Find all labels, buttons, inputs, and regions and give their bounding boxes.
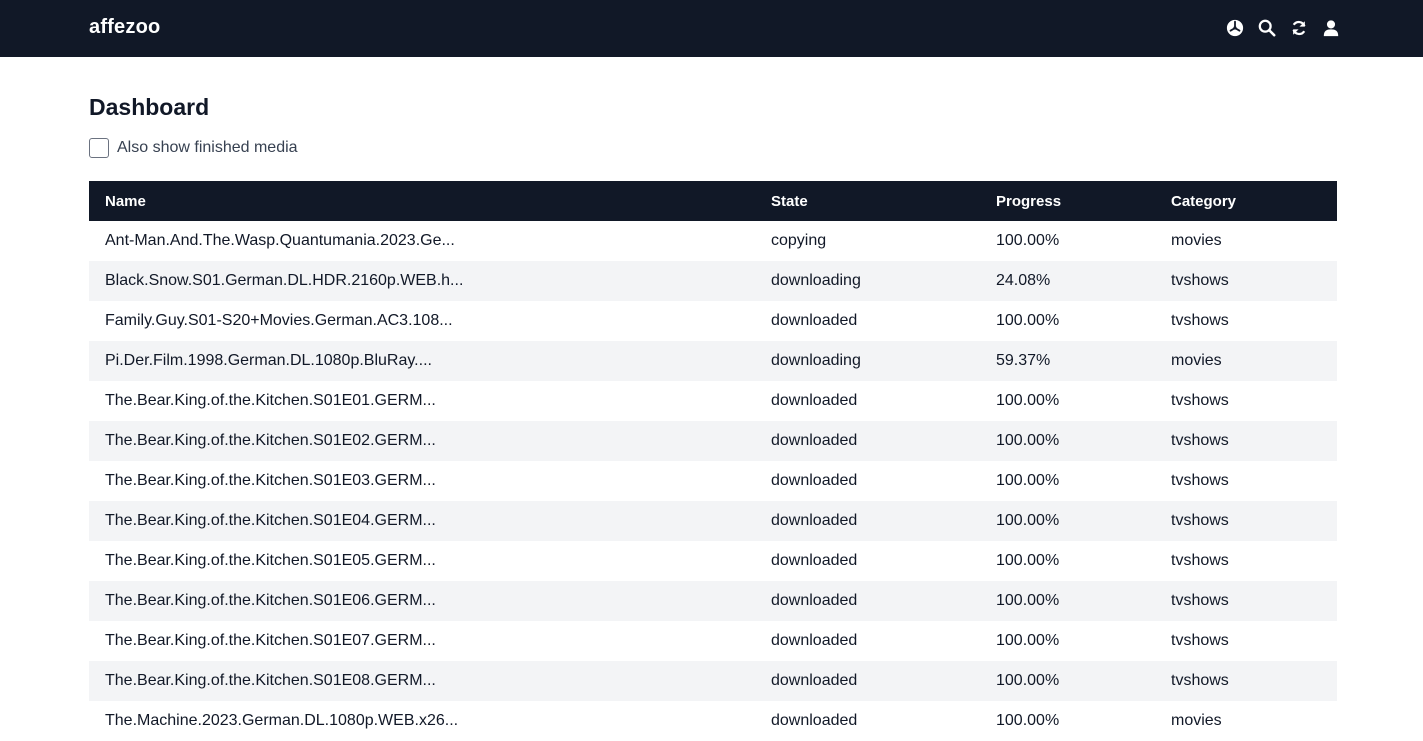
search-icon[interactable] <box>1257 18 1277 38</box>
column-header-category[interactable]: Category <box>1155 181 1337 221</box>
cell-category: movies <box>1171 712 1222 729</box>
cell-category: tvshows <box>1171 552 1229 569</box>
media-table: Name State Progress Category Ant-Man.And… <box>89 181 1337 741</box>
table-header-row: Name State Progress Category <box>89 181 1337 221</box>
column-header-state[interactable]: State <box>755 181 980 221</box>
show-finished-checkbox[interactable] <box>89 138 109 158</box>
table-row[interactable]: The.Machine.2023.German.DL.1080p.WEB.x26… <box>89 701 1337 741</box>
column-header-progress[interactable]: Progress <box>980 181 1155 221</box>
nav-icons <box>1225 18 1353 38</box>
cell-name: The.Bear.King.of.the.Kitchen.S01E01.GERM… <box>105 392 436 409</box>
cell-progress: 100.00% <box>996 232 1060 249</box>
cell-name: The.Machine.2023.German.DL.1080p.WEB.x26… <box>105 712 459 729</box>
cell-state: downloaded <box>771 592 858 609</box>
cell-category: tvshows <box>1171 592 1229 609</box>
cell-progress: 100.00% <box>996 632 1060 649</box>
table-row[interactable]: Black.Snow.S01.German.DL.HDR.2160p.WEB.h… <box>89 261 1337 301</box>
user-icon[interactable] <box>1321 18 1341 38</box>
table-row[interactable]: The.Bear.King.of.the.Kitchen.S01E02.GERM… <box>89 421 1337 461</box>
cell-category: movies <box>1171 352 1222 369</box>
refresh-icon[interactable] <box>1289 18 1309 38</box>
cell-state: copying <box>771 232 827 249</box>
cell-state: downloaded <box>771 512 858 529</box>
cell-state: downloading <box>771 352 861 369</box>
table-row[interactable]: The.Bear.King.of.the.Kitchen.S01E04.GERM… <box>89 501 1337 541</box>
cell-state: downloaded <box>771 312 858 329</box>
cell-name: Pi.Der.Film.1998.German.DL.1080p.BluRay.… <box>105 352 432 369</box>
cell-name: The.Bear.King.of.the.Kitchen.S01E08.GERM… <box>105 672 436 689</box>
show-finished-filter[interactable]: Also show finished media <box>89 138 298 158</box>
cell-progress: 24.08% <box>996 272 1051 289</box>
table-row[interactable]: The.Bear.King.of.the.Kitchen.S01E05.GERM… <box>89 541 1337 581</box>
cell-category: tvshows <box>1171 632 1229 649</box>
cell-state: downloaded <box>771 472 858 489</box>
table-row[interactable]: The.Bear.King.of.the.Kitchen.S01E03.GERM… <box>89 461 1337 501</box>
page-title: Dashboard <box>89 94 210 120</box>
cell-category: tvshows <box>1171 512 1229 529</box>
cell-name: Family.Guy.S01-S20+Movies.German.AC3.108… <box>105 312 453 329</box>
table-row[interactable]: The.Bear.King.of.the.Kitchen.S01E06.GERM… <box>89 581 1337 621</box>
cell-category: movies <box>1171 232 1222 249</box>
cell-state: downloaded <box>771 632 858 649</box>
column-header-name[interactable]: Name <box>89 181 755 221</box>
cell-progress: 100.00% <box>996 472 1060 489</box>
top-navbar: affezoo <box>0 0 1423 57</box>
table-body: Ant-Man.And.The.Wasp.Quantumania.2023.Ge… <box>89 221 1337 741</box>
cell-progress: 100.00% <box>996 672 1060 689</box>
cell-category: tvshows <box>1171 392 1229 409</box>
cell-category: tvshows <box>1171 312 1229 329</box>
cell-name: Black.Snow.S01.German.DL.HDR.2160p.WEB.h… <box>105 272 464 289</box>
cell-progress: 100.00% <box>996 592 1060 609</box>
cell-state: downloading <box>771 272 861 289</box>
table-row[interactable]: The.Bear.King.of.the.Kitchen.S01E08.GERM… <box>89 661 1337 701</box>
table-row[interactable]: Family.Guy.S01-S20+Movies.German.AC3.108… <box>89 301 1337 341</box>
table-row[interactable]: The.Bear.King.of.the.Kitchen.S01E01.GERM… <box>89 381 1337 421</box>
cell-progress: 100.00% <box>996 432 1060 449</box>
cell-name: The.Bear.King.of.the.Kitchen.S01E07.GERM… <box>105 632 436 649</box>
cell-progress: 100.00% <box>996 312 1060 329</box>
cell-progress: 100.00% <box>996 552 1060 569</box>
cell-name: The.Bear.King.of.the.Kitchen.S01E05.GERM… <box>105 552 436 569</box>
cell-progress: 100.00% <box>996 712 1060 729</box>
cell-category: tvshows <box>1171 472 1229 489</box>
cell-name: The.Bear.King.of.the.Kitchen.S01E04.GERM… <box>105 512 436 529</box>
cell-state: downloaded <box>771 712 858 729</box>
table-row[interactable]: The.Bear.King.of.the.Kitchen.S01E07.GERM… <box>89 621 1337 661</box>
cell-progress: 100.00% <box>996 392 1060 409</box>
cell-name: The.Bear.King.of.the.Kitchen.S01E06.GERM… <box>105 592 436 609</box>
dashboard-icon[interactable] <box>1225 18 1245 38</box>
cell-name: Ant-Man.And.The.Wasp.Quantumania.2023.Ge… <box>105 232 455 249</box>
cell-category: tvshows <box>1171 672 1229 689</box>
show-finished-label: Also show finished media <box>117 139 298 156</box>
cell-name: The.Bear.King.of.the.Kitchen.S01E02.GERM… <box>105 432 436 449</box>
cell-progress: 59.37% <box>996 352 1051 369</box>
brand-logo[interactable]: affezoo <box>89 16 160 39</box>
cell-state: downloaded <box>771 672 858 689</box>
table-row[interactable]: Ant-Man.And.The.Wasp.Quantumania.2023.Ge… <box>89 221 1337 261</box>
cell-progress: 100.00% <box>996 512 1060 529</box>
cell-state: downloaded <box>771 432 858 449</box>
cell-state: downloaded <box>771 552 858 569</box>
cell-state: downloaded <box>771 392 858 409</box>
cell-category: tvshows <box>1171 272 1229 289</box>
table-row[interactable]: Pi.Der.Film.1998.German.DL.1080p.BluRay.… <box>89 341 1337 381</box>
cell-name: The.Bear.King.of.the.Kitchen.S01E03.GERM… <box>105 472 436 489</box>
cell-category: tvshows <box>1171 432 1229 449</box>
